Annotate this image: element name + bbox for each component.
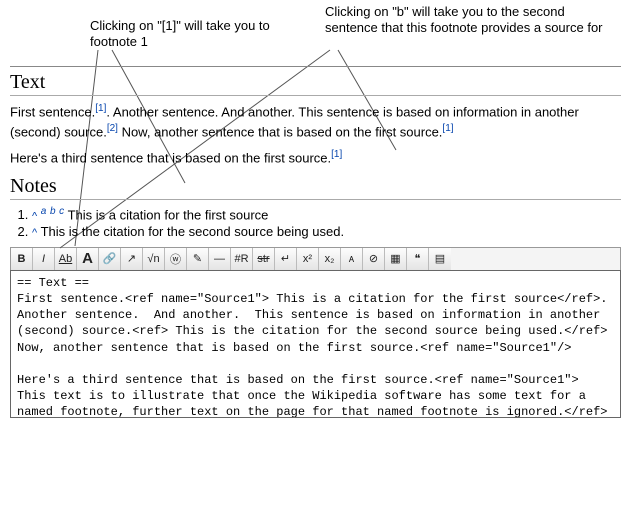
math-button[interactable]: √n bbox=[143, 248, 165, 270]
notes-list: ^ a b c This is a citation for the first… bbox=[32, 206, 621, 239]
gallery-button[interactable]: ▦ bbox=[385, 248, 407, 270]
rule-top bbox=[10, 66, 621, 67]
small-button[interactable]: ᴀ bbox=[341, 248, 363, 270]
sentence-3: Now, another sentence that is based on t… bbox=[118, 125, 442, 140]
backlink-1a[interactable]: a bbox=[41, 206, 47, 217]
superscript-button[interactable]: x² bbox=[297, 248, 319, 270]
callout-left: Clicking on "[1]" will take you to footn… bbox=[90, 18, 320, 51]
paragraph-2: Here's a third sentence that is based on… bbox=[10, 148, 621, 168]
backlink-1b[interactable]: b bbox=[50, 206, 56, 217]
ref-link-1a[interactable]: [1] bbox=[95, 103, 106, 114]
callout-right: Clicking on "b" will take you to the sec… bbox=[325, 4, 615, 37]
internal-link-button[interactable]: 🔗 bbox=[99, 248, 121, 270]
backlink-caret-1: ^ bbox=[32, 210, 37, 222]
strike-button[interactable]: str bbox=[253, 248, 275, 270]
linebreak-button[interactable]: ↵ bbox=[275, 248, 297, 270]
ref-link-1c[interactable]: [1] bbox=[331, 149, 342, 160]
paragraph-1: First sentence.[1]. Another sentence. An… bbox=[10, 102, 621, 142]
rule-under-notes bbox=[10, 199, 621, 200]
nowiki-button[interactable]: ⓦ bbox=[165, 248, 187, 270]
rule-under-text bbox=[10, 95, 621, 96]
note-2-text: This is the citation for the second sour… bbox=[41, 224, 345, 239]
subscript-button[interactable]: x₂ bbox=[319, 248, 341, 270]
comment-button[interactable]: ⊘ bbox=[363, 248, 385, 270]
sentence-1: First sentence. bbox=[10, 104, 95, 119]
note-2: ^ This is the citation for the second so… bbox=[32, 224, 621, 239]
note-1: ^ a b c This is a citation for the first… bbox=[32, 206, 621, 222]
editor-toolbar: B I Ab A 🔗 ↗ √n ⓦ ✎ — #R str ↵ x² x₂ ᴀ ⊘… bbox=[10, 247, 621, 270]
ref-link-1b[interactable]: [1] bbox=[442, 123, 453, 134]
heading-text: Text bbox=[10, 71, 621, 94]
big-text-button[interactable]: A bbox=[77, 248, 99, 270]
heading-notes: Notes bbox=[10, 175, 621, 198]
backlink-caret-2[interactable]: ^ bbox=[32, 227, 37, 239]
underline-button[interactable]: Ab bbox=[55, 248, 77, 270]
italic-button[interactable]: I bbox=[33, 248, 55, 270]
big-text-icon: A bbox=[82, 250, 93, 267]
backlink-1c[interactable]: c bbox=[59, 206, 64, 217]
hr-button[interactable]: — bbox=[209, 248, 231, 270]
reference-button[interactable]: ❝ bbox=[407, 248, 429, 270]
note-1-text: This is a citation for the first source bbox=[68, 207, 269, 222]
redirect-button[interactable]: #R bbox=[231, 248, 253, 270]
ref-link-2[interactable]: [2] bbox=[107, 123, 118, 134]
table-button[interactable]: ▤ bbox=[429, 248, 451, 270]
sentence-4: Here's a third sentence that is based on… bbox=[10, 151, 331, 166]
bold-button[interactable]: B bbox=[11, 248, 33, 270]
signature-button[interactable]: ✎ bbox=[187, 248, 209, 270]
external-link-button[interactable]: ↗ bbox=[121, 248, 143, 270]
wikitext-editor[interactable] bbox=[10, 270, 621, 418]
